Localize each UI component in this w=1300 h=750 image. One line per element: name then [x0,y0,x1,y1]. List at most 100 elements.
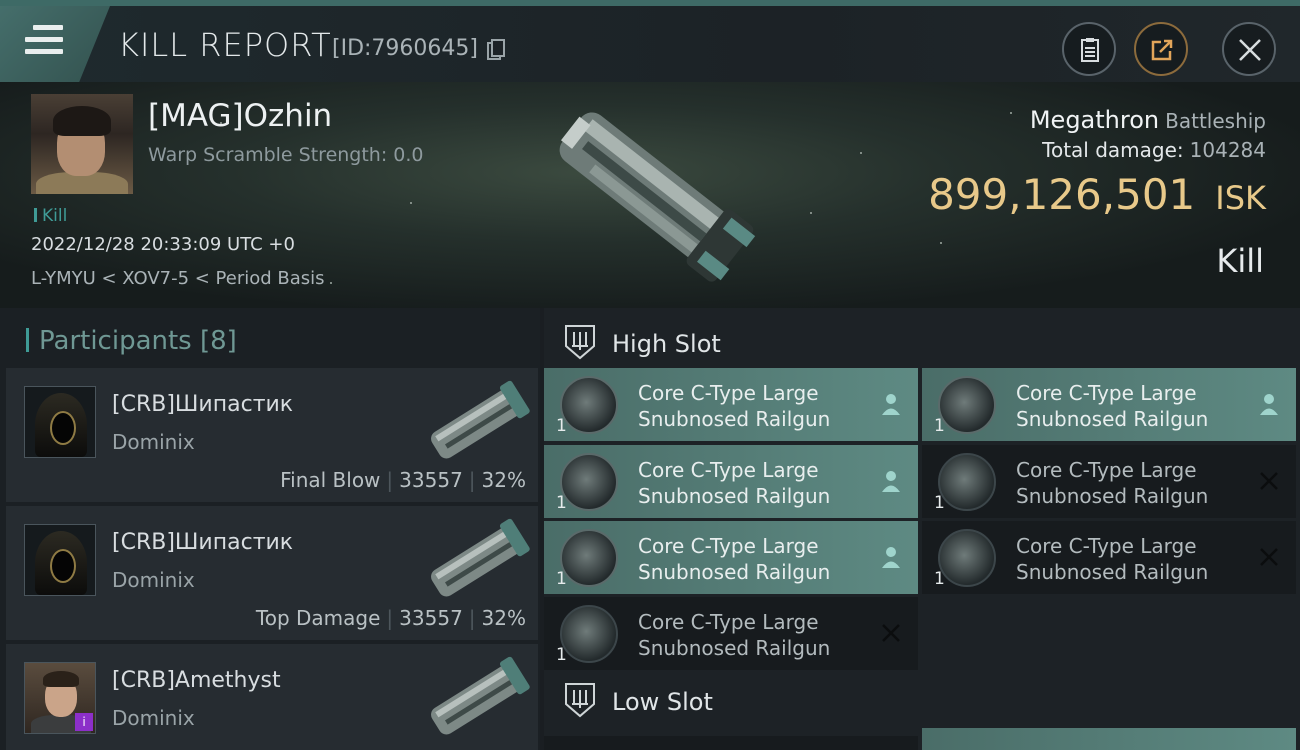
participant-damage: 33557 [399,606,463,630]
module-item[interactable]: 1 Core C-Type Large Snubnosed Railgun [544,597,918,670]
share-icon [1151,39,1173,61]
total-damage: Total damage: 104284 [1030,138,1266,162]
railgun-icon [560,605,618,663]
module-qty: 1 [934,493,945,513]
victim-portrait[interactable] [31,94,133,194]
participant-ship: Dominix [112,568,195,592]
participants-panel: Participants [8] [CRB]Шипастик Dominix F… [0,308,540,750]
participant-ship-image [431,518,530,597]
participant-role: Top Damage [255,606,381,630]
module-item[interactable]: 1 Core C-Type Large Snubnosed Railgun [922,445,1296,518]
participant-name: [CRB]Amethyst [112,668,281,693]
ship-info: Megathron Battleship Total damage: 104284 [1030,106,1266,162]
menu-icon [25,25,63,57]
participant-avatar [24,524,96,596]
kill-location: L-YMYU < XOV7-5 < Period Basis [31,268,325,289]
module-qty: 1 [556,493,567,513]
high-slot-label: High Slot [612,330,721,358]
module-qty: 1 [934,416,945,436]
report-icon [1081,38,1099,62]
module-item[interactable] [922,728,1296,750]
menu-button[interactable] [0,6,110,82]
participant-damage: 33557 [399,468,463,492]
isk-value: 899,126,501 [928,170,1196,219]
low-slot-label: Low Slot [612,688,713,716]
module-item[interactable] [544,736,918,750]
kill-date: 2022/12/28 20:33:09 UTC +0 [31,234,295,255]
ship-class: Battleship [1165,109,1266,133]
participant-avatar: i [24,662,96,734]
module-item[interactable]: 1 Core C-Type Large Snubnosed Railgun [922,521,1296,594]
close-button[interactable] [1222,22,1276,76]
module-qty: 1 [556,645,567,665]
participant-name: [CRB]Шипастик [112,530,294,555]
railgun-icon [938,376,996,434]
high-slot-icon [565,325,595,360]
module-item[interactable]: 1 Core C-Type Large Snubnosed Railgun [922,368,1296,441]
railgun-icon [938,453,996,511]
participant-percent: 32% [481,468,526,492]
copy-icon[interactable] [487,39,505,61]
participant-ship-image [431,380,530,459]
victim-panel: [MAG]Ozhin Warp Scramble Strength: 0.0 K… [0,82,1300,308]
kill-id: [ID:7960645] [332,36,478,61]
module-item[interactable]: 1 Core C-Type Large Snubnosed Railgun [544,445,918,518]
pilot-icon [882,547,900,568]
fitting-panel: High Slot 1 Core C-Type Large Snubnosed … [544,308,1300,750]
victim-ship-image[interactable] [530,92,770,292]
total-damage-value: 104284 [1189,138,1266,162]
module-item[interactable]: 1 Core C-Type Large Snubnosed Railgun [544,521,918,594]
high-slot-header: High Slot [544,312,1300,372]
module-name: Core C-Type Large Snubnosed Railgun [638,458,831,508]
info-badge-icon: i [75,713,93,731]
warp-scramble-strength: Warp Scramble Strength: 0.0 [148,144,424,166]
participant-avatar [24,386,96,458]
share-button[interactable] [1134,22,1188,76]
railgun-icon [938,529,996,587]
pilot-icon [882,394,900,415]
isk-unit: ISK [1215,179,1266,217]
close-icon [1239,39,1261,61]
participant-card[interactable]: i [CRB]Amethyst Dominix [6,644,538,750]
participant-ship: Dominix [112,430,195,454]
pilot-icon [1260,394,1278,415]
module-name: Core C-Type Large Snubnosed Railgun [1016,534,1209,584]
isk-value-row: 899,126,501 ISK [928,170,1266,219]
module-name: Core C-Type Large Snubnosed Railgun [638,610,831,660]
railgun-icon [560,376,618,434]
participant-ship-image [431,656,530,735]
participants-heading: Participants [8] [26,326,237,356]
module-name: Core C-Type Large Snubnosed Railgun [638,534,831,584]
victim-name[interactable]: [MAG]Ozhin [148,98,332,134]
module-name: Core C-Type Large Snubnosed Railgun [1016,381,1209,431]
railgun-icon [560,453,618,511]
top-bar: KILL REPORT [ID:7960645] [0,0,1300,82]
page-title: KILL REPORT [118,26,332,64]
module-qty: 1 [556,569,567,589]
ship-name[interactable]: Megathron [1030,106,1159,134]
participant-ship: Dominix [112,706,195,730]
destroyed-icon [882,624,900,642]
module-qty: 1 [934,569,945,589]
low-slot-header: Low Slot [544,670,1300,730]
participant-percent: 32% [481,606,526,630]
railgun-icon [560,529,618,587]
low-slot-icon [565,683,595,718]
participant-stats: Final Blow | 33557 | 32% [280,468,526,492]
pilot-icon [882,471,900,492]
participant-card[interactable]: [CRB]Шипастик Dominix Final Blow | 33557 | 3… [6,368,538,502]
kill-tag: Kill [34,206,67,226]
module-name: Core C-Type Large Snubnosed Railgun [1016,458,1209,508]
total-damage-label: Total damage: [1042,138,1184,162]
kill-result: Kill [1216,242,1264,280]
module-qty: 1 [556,416,567,436]
participant-card[interactable]: [CRB]Шипастик Dominix Top Damage | 33557 | 3… [6,506,538,640]
module-item[interactable]: 1 Core C-Type Large Snubnosed Railgun [544,368,918,441]
destroyed-icon [1260,548,1278,566]
participant-role: Final Blow [280,468,381,492]
destroyed-icon [1260,472,1278,490]
report-button[interactable] [1062,22,1116,76]
participant-stats: Top Damage | 33557 | 32% [255,606,526,630]
participant-name: [CRB]Шипастик [112,392,294,417]
module-name: Core C-Type Large Snubnosed Railgun [638,381,831,431]
